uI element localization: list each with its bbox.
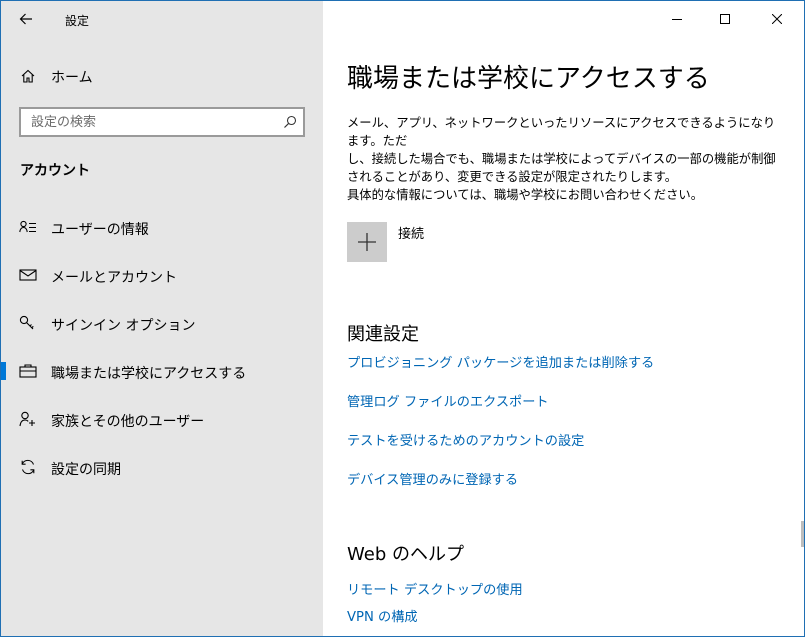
related-settings-heading: 関連設定 (347, 324, 419, 345)
minimize-icon (672, 19, 682, 20)
sidebar-item-family-other-users[interactable]: 家族とその他のユーザー (1, 399, 323, 439)
maximize-button[interactable] (702, 1, 748, 37)
search-input[interactable] (21, 109, 281, 135)
link-test-taking-account[interactable]: テストを受けるためのアカウントの設定 (347, 430, 584, 449)
close-button[interactable] (754, 1, 800, 37)
key-icon (19, 315, 34, 330)
plus-icon (358, 233, 376, 251)
description-line: されることがあり、変更できる設定が限定されたりします。 (347, 170, 678, 184)
sidebar-item-label: 設定の同期 (51, 462, 121, 478)
minimize-button[interactable] (654, 1, 700, 37)
link-vpn-setup[interactable]: VPN の構成 (347, 606, 418, 625)
sidebar: 設定 ホーム アカウント ユーザーの情報 (1, 1, 323, 636)
description-line: 具体的な情報については、職場や学校にお問い合わせください。 (347, 188, 703, 202)
sidebar-item-label: ユーザーの情報 (51, 222, 149, 238)
scrollbar-thumb[interactable] (801, 521, 804, 547)
home-label: ホーム (51, 70, 93, 86)
back-button[interactable] (11, 7, 41, 31)
connect-button[interactable] (347, 222, 387, 262)
sidebar-item-sign-in-options[interactable]: サインイン オプション (1, 303, 323, 343)
sidebar-item-label: 家族とその他のユーザー (51, 414, 205, 430)
settings-window: 設定 ホーム アカウント ユーザーの情報 (0, 0, 805, 637)
add-person-icon (19, 411, 35, 427)
search-box[interactable] (19, 107, 305, 137)
web-help-heading: Web のヘルプ (347, 544, 464, 565)
sync-icon (21, 459, 35, 475)
mail-icon (19, 269, 37, 281)
page-description: メール、アプリ、ネットワークといったリソースにアクセスできるようになります。ただ… (347, 114, 787, 204)
sidebar-item-label: 職場または学校にアクセスする (51, 366, 247, 382)
window-controls (654, 1, 804, 37)
link-provisioning-package[interactable]: プロビジョニング パッケージを追加または削除する (347, 352, 654, 371)
close-icon (772, 14, 782, 24)
home-icon (21, 69, 35, 83)
home-nav-item[interactable]: ホーム (1, 63, 323, 89)
link-export-management-log[interactable]: 管理ログ ファイルのエクスポート (347, 391, 549, 410)
description-line: メール、アプリ、ネットワークといったリソースにアクセスできるようになります。ただ (347, 116, 776, 148)
user-info-icon (19, 220, 36, 233)
section-title: アカウント (20, 163, 90, 179)
sidebar-item-sync-settings[interactable]: 設定の同期 (1, 447, 323, 487)
app-title: 設定 (65, 14, 90, 28)
sidebar-item-user-info[interactable]: ユーザーの情報 (1, 207, 323, 247)
search-icon[interactable] (283, 115, 297, 129)
maximize-icon (720, 14, 730, 24)
main-content: 職場または学校にアクセスする メール、アプリ、ネットワークといったリソースにアク… (323, 1, 804, 636)
description-line: し、接続した場合でも、職場または学校によってデバイスの一部の機能が制御 (347, 152, 776, 166)
connect-label[interactable]: 接続 (398, 223, 424, 242)
title-bar-left: 設定 (1, 1, 323, 37)
sidebar-item-label: サインイン オプション (51, 318, 196, 334)
back-arrow-icon (19, 13, 32, 25)
link-remote-desktop[interactable]: リモート デスクトップの使用 (347, 579, 523, 598)
sidebar-item-email-accounts[interactable]: メールとアカウント (1, 255, 323, 295)
page-title: 職場または学校にアクセスする (347, 64, 710, 94)
sidebar-item-label: メールとアカウント (51, 270, 177, 286)
sidebar-item-access-work-school[interactable]: 職場または学校にアクセスする (1, 351, 323, 391)
link-enroll-device-management[interactable]: デバイス管理のみに登録する (347, 469, 518, 488)
briefcase-icon (19, 364, 37, 378)
